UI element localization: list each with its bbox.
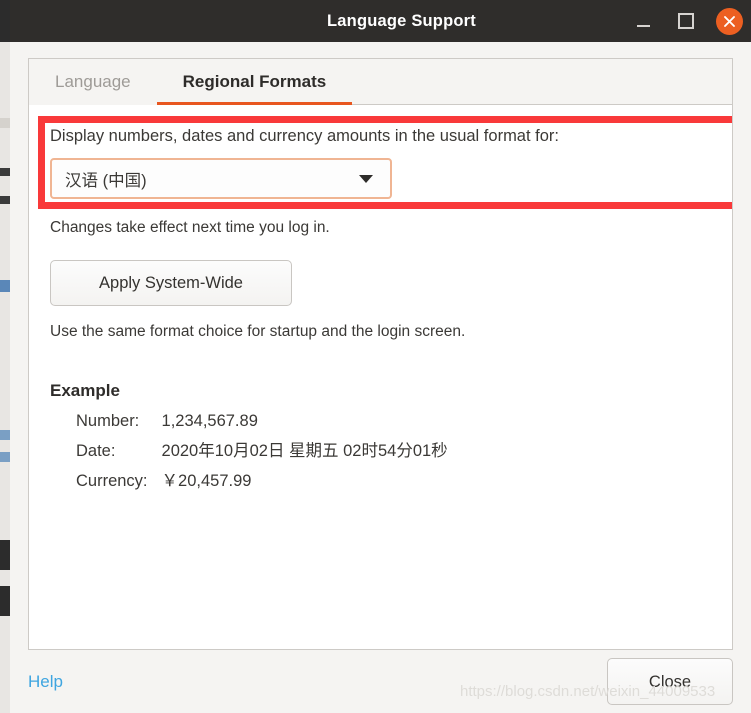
apply-hint-text: Use the same format choice for startup a… [50,323,466,340]
tab-notebook: Language Regional Formats Display number… [28,58,733,650]
minimize-icon[interactable] [630,8,656,34]
apply-system-wide-button[interactable]: Apply System-Wide [50,260,292,306]
tab-regional-formats[interactable]: Regional Formats [156,59,353,106]
format-prompt-label: Display numbers, dates and currency amou… [50,127,559,145]
example-currency-label: Currency: [76,472,148,490]
close-button[interactable]: Close [607,658,733,705]
tab-language[interactable]: Language [29,59,157,105]
desktop-background-strip [0,0,10,713]
tab-bar: Language Regional Formats [28,58,733,106]
maximize-icon[interactable] [673,8,699,34]
table-row: Number: 1,234,567.89 [76,409,448,434]
example-date-label: Date: [76,442,116,460]
example-currency-value: ￥20,457.99 [161,472,252,490]
table-row: Date: 2020年10月02日 星期五 02时54分01秒 [76,434,448,464]
table-row: Currency: ￥20,457.99 [76,464,448,494]
regional-formats-panel: Display numbers, dates and currency amou… [28,105,733,650]
example-section-title: Example [50,381,120,400]
window-titlebar: Language Support [10,0,751,42]
close-icon[interactable] [716,7,743,35]
example-number-label: Number: [76,412,140,430]
tab-regional-formats-label: Regional Formats [182,72,327,91]
regional-formats-content: Display numbers, dates and currency amou… [29,105,732,649]
dialog-body: Language Regional Formats Display number… [10,42,751,650]
locale-format-value: 汉语 (中国) [65,171,147,190]
example-date-value: 2020年10月02日 星期五 02时54分01秒 [161,442,448,460]
dialog-action-bar: Help https://blog.csdn.net/weixin_440095… [10,650,751,713]
example-values-table: Number: 1,234,567.89 Date: 2020年10月02日 星… [76,409,448,494]
tab-language-label: Language [55,72,131,91]
chevron-down-icon [359,174,373,183]
locale-format-dropdown[interactable]: 汉语 (中国) [50,158,392,199]
example-number-value: 1,234,567.89 [161,412,258,430]
language-support-window: Language Support Language Regional Forma… [10,0,751,713]
window-controls [630,7,743,35]
help-link[interactable]: Help [28,672,63,692]
tab-bar-filler [352,59,732,105]
changes-hint-text: Changes take effect next time you log in… [50,219,330,236]
